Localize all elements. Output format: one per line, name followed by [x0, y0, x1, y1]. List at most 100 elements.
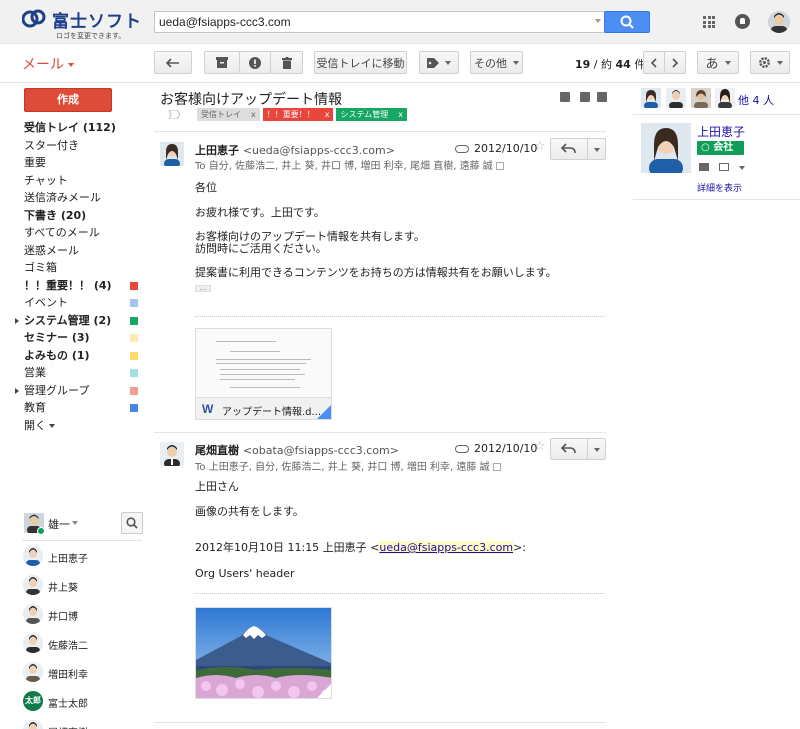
sidebar-item[interactable]: チャット [0, 172, 150, 190]
chat-contact[interactable]: 上田恵子 [22, 542, 147, 571]
search-box[interactable] [154, 11, 606, 33]
sidebar-item[interactable]: 重要 [0, 154, 150, 172]
message-sender[interactable]: 上田恵子 <ueda@fsiapps-ccc3.com> [195, 142, 395, 158]
sidebar-item[interactable]: スター付き [0, 137, 150, 155]
sidebar-item[interactable]: 教育 [0, 399, 150, 417]
sidebar-item[interactable]: イベント [0, 294, 150, 312]
image-attachment[interactable] [195, 607, 332, 699]
delete-button[interactable] [270, 51, 303, 74]
sender-avatar[interactable] [160, 142, 184, 166]
remove-label-icon[interactable]: x [325, 108, 330, 121]
reply-button-group[interactable] [550, 438, 606, 460]
sidebar-item[interactable]: 送信済みメール [0, 189, 150, 207]
chevron-down-icon[interactable] [739, 166, 745, 170]
show-details-icon[interactable] [495, 162, 504, 170]
chevron-down-icon[interactable] [594, 448, 600, 452]
label-tag-text: 受信トレイ [201, 110, 241, 119]
back-button[interactable] [154, 51, 192, 74]
email-icon[interactable] [719, 163, 729, 171]
report-spam-button[interactable] [239, 51, 271, 74]
chat-search-button[interactable] [121, 512, 143, 534]
label-color-swatch[interactable] [130, 351, 138, 360]
reply-button-group[interactable] [550, 138, 606, 160]
participant-avatar[interactable] [666, 88, 686, 108]
search-options-caret-icon[interactable] [595, 19, 601, 23]
reply-arrow-icon[interactable] [561, 443, 577, 453]
label-color-swatch[interactable] [130, 334, 138, 342]
label-color-swatch[interactable] [130, 316, 138, 325]
sidebar-item[interactable]: すべてのメール [0, 224, 150, 242]
chat-contact[interactable]: 井口博 [22, 600, 147, 629]
chat-contact[interactable]: 太郎 富士太郎 [22, 687, 147, 716]
chat-contact[interactable]: 佐藤浩二 [22, 629, 147, 658]
account-avatar[interactable] [768, 11, 790, 33]
sidebar-item[interactable]: 下書き (20) [0, 207, 150, 225]
show-details-link[interactable]: 詳細を表示 [697, 181, 742, 194]
label-tag-text: システム管理 [340, 110, 389, 119]
attachment-card[interactable]: W アップデート情報.d... [195, 328, 332, 420]
participant-avatar[interactable] [715, 88, 735, 108]
sidebar-item[interactable]: 迷惑メール [0, 242, 150, 260]
star-icon[interactable]: ☆ [534, 439, 546, 454]
participant-avatar[interactable] [641, 88, 661, 108]
label-color-swatch[interactable] [130, 386, 138, 395]
sidebar-item[interactable]: セミナー (3) [0, 329, 150, 347]
chevron-down-icon[interactable] [594, 148, 600, 152]
remove-label-icon[interactable]: x [251, 108, 256, 121]
label-color-swatch[interactable] [130, 404, 138, 412]
older-button[interactable] [664, 51, 686, 74]
sidebar-item[interactable]: よみもの (1) [0, 347, 150, 365]
archive-button[interactable] [204, 51, 240, 74]
more-participants-link[interactable]: 他 4 人 [738, 92, 774, 108]
importance-marker-icon[interactable] [169, 110, 180, 119]
thread-divider [154, 432, 606, 433]
label-color-swatch[interactable] [130, 369, 138, 377]
mail-menu[interactable]: メール [22, 54, 74, 74]
label-tag[interactable]: 受信トレイ x [197, 108, 260, 121]
label-color-swatch[interactable] [130, 299, 138, 307]
message-sender[interactable]: 尾畑直樹 <obata@fsiapps-ccc3.com> [195, 442, 399, 458]
company-logo[interactable]: 富士ソフト ロゴを変更できます。 [22, 6, 142, 40]
sender-avatar[interactable] [160, 442, 184, 466]
remove-label-icon[interactable]: x [398, 108, 403, 121]
chat-icon[interactable] [699, 163, 709, 171]
search-button[interactable] [604, 11, 650, 33]
sidebar-item[interactable]: ！！重要！！ (4) [0, 277, 150, 295]
compose-button[interactable]: 作成 [24, 88, 112, 112]
input-tools-button[interactable]: あ [697, 51, 739, 74]
labels-button[interactable] [419, 51, 459, 74]
label-color-swatch[interactable] [130, 281, 138, 290]
expand-arrow-icon[interactable] [15, 317, 19, 324]
sidebar-item[interactable]: ゴミ箱 [0, 259, 150, 277]
sidebar-item[interactable]: 開く [0, 417, 150, 435]
chat-contact[interactable]: 井上葵 [22, 571, 147, 600]
expand-arrow-icon[interactable] [15, 387, 19, 394]
open-new-window-icon[interactable] [560, 92, 570, 102]
sidebar-item[interactable]: 管理グループ [0, 382, 150, 400]
star-icon[interactable]: ☆ [534, 139, 546, 154]
newer-button[interactable] [643, 51, 665, 74]
chat-contact[interactable]: 増田利幸 [22, 658, 147, 687]
label-tag[interactable]: ！！重要！！ x [262, 108, 334, 121]
participant-avatar[interactable] [691, 88, 711, 108]
recipients-text: To 自分, 佐藤浩二, 井上 葵, 井口 博, 増田 利幸, 尾畑 直樹, 遠… [195, 161, 493, 172]
more-actions-button[interactable]: その他 [470, 51, 523, 74]
chat-contact[interactable]: 尾畑直樹 [22, 716, 147, 729]
quote-email-link[interactable]: ueda@fsiapps-ccc3.com [379, 541, 514, 554]
notification-bell-icon[interactable] [735, 14, 750, 29]
move-to-inbox-button[interactable]: 受信トレイに移動 [314, 51, 407, 74]
apps-grid-icon[interactable] [703, 16, 715, 28]
print-icon[interactable] [580, 92, 590, 102]
label-tag[interactable]: システム管理 x [336, 108, 407, 121]
sidebar-item[interactable]: 受信トレイ (112) [0, 119, 150, 137]
show-trimmed-content-button[interactable]: … [195, 285, 211, 292]
reply-arrow-icon[interactable] [561, 143, 577, 153]
sidebar-item[interactable]: 営業 [0, 364, 150, 382]
contact-card-name[interactable]: 上田恵子 [697, 123, 745, 140]
settings-button[interactable] [750, 51, 790, 74]
contact-card-avatar[interactable] [641, 123, 691, 173]
search-input[interactable] [159, 14, 579, 30]
expand-all-icon[interactable] [597, 92, 607, 102]
sidebar-item[interactable]: システム管理 (2) [0, 312, 150, 330]
show-details-icon[interactable] [492, 463, 501, 471]
